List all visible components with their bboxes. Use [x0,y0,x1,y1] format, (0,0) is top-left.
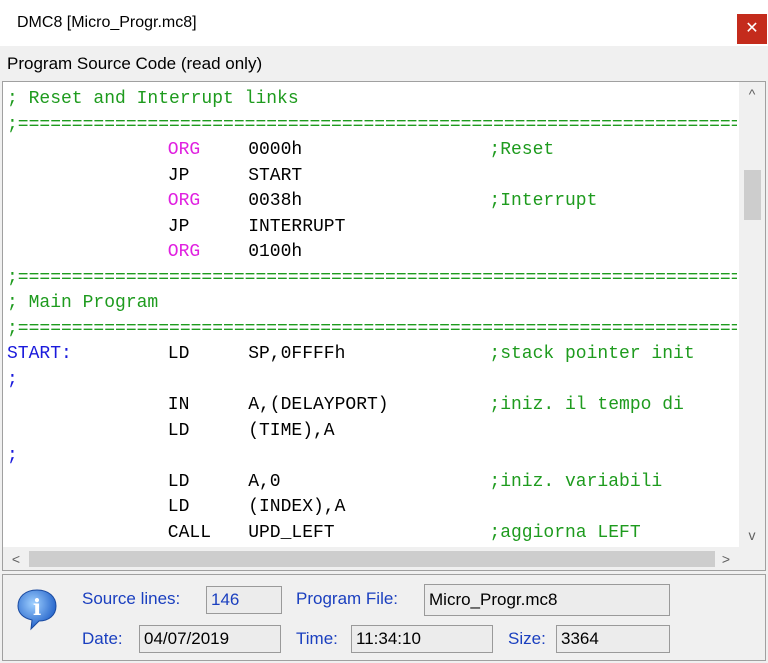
info-icon: i [17,589,57,631]
window-title: DMC8 [Micro_Progr.mc8] [17,14,197,31]
code-token-kw: A,(DELAYPORT) [248,395,389,415]
code-token-kw: A,0 [248,471,281,492]
code-token-comment: ; Main Program [7,293,159,313]
code-token-kw: JP [167,216,190,237]
close-icon: ✕ [745,20,759,37]
code-token-kw: 0000h [248,140,303,160]
separator-line: ;=======================================… [7,318,737,339]
size-field: 3364 [556,625,670,653]
code-token-kw: 0100h [248,242,303,262]
source-lines-label: Source lines: [82,589,181,608]
separator-line: ;=======================================… [7,114,737,135]
code-token-kw: SP,0FFFFh [248,344,346,364]
scroll-up-arrow-icon[interactable]: ^ [739,82,765,106]
code-token-kw: CALL [167,522,212,543]
code-token-label: START: [7,344,72,364]
status-panel: i Source lines: 146 Program File: Micro_… [2,574,766,661]
info-glyph: i [33,595,41,621]
close-button[interactable]: ✕ [737,14,767,44]
title-bar: DMC8 [Micro_Progr.mc8] ✕ [0,0,768,46]
scroll-left-arrow-icon[interactable]: < [3,547,29,570]
code-token-label: ; [7,369,18,390]
time-field: 11:34:10 [351,625,493,653]
code-line: ; Reset and Interrupt links [7,87,737,111]
code-line: ORG 0100h [7,240,737,264]
code-line: CALL UPD_LEFT ;aggiorna LEFT [7,521,737,545]
code-token-kw: LD [167,420,190,441]
code-token-comment: ;Reset [489,140,555,160]
code-token-comment: ;aggiorna LEFT [489,522,641,543]
code-line: LD A,0 ;iniz. variabili [7,470,737,494]
code-line: ORG 0038h ;Interrupt [7,189,737,213]
code-token-kw: (INDEX),A [248,497,346,517]
code-token-comment: ;stack pointer init [489,344,695,364]
code-token-kw: LD [167,344,190,364]
code-token-comment: ; Reset and Interrupt links [7,89,299,109]
date-field: 04/07/2019 [139,625,281,653]
scroll-right-arrow-icon[interactable]: > [713,547,739,570]
code-token-kw: LD [167,471,190,492]
code-line: ;=======================================… [7,317,737,341]
code-line: LD (TIME),A [7,419,737,443]
code-line: IN A,(DELAYPORT) ;iniz. il tempo di [7,393,737,417]
vertical-scrollbar[interactable]: ^ v [739,82,765,547]
date-label: Date: [82,629,123,648]
code-token-kw: UPD_LEFT [248,522,335,543]
code-line: ; [7,444,737,468]
code-token-kw: JP [167,165,190,186]
source-lines-field: 146 [206,586,282,614]
program-file-field: Micro_Progr.mc8 [424,584,670,616]
horizontal-scroll-thumb[interactable] [29,551,715,567]
size-label: Size: [508,629,546,648]
program-file-label: Program File: [296,589,399,608]
code-line: JP START [7,164,737,188]
code-line: ; Main Program [7,291,737,315]
code-token-kw: INTERRUPT [248,216,346,237]
code-line: ; [7,368,737,392]
code-line: ORG 0000h ;Reset [7,138,737,162]
code-token-kw: IN [167,395,190,415]
code-line: LD (INDEX),A [7,495,737,519]
code-line: ;=======================================… [7,113,737,137]
source-panel-label: Program Source Code (read only) [7,54,263,73]
code-token-org: ORG [167,191,201,211]
source-code-view[interactable]: ; Reset and Interrupt links ;============… [2,81,766,571]
code-line: ;=======================================… [7,266,737,290]
code-token-comment: ;iniz. il tempo di [489,395,684,415]
code-token-comment: ;Interrupt [489,191,598,211]
code-token-kw: START [248,165,303,186]
code-token-kw: LD [167,497,190,517]
horizontal-scrollbar[interactable]: < > [3,547,739,570]
code-token-org: ORG [167,140,201,160]
code-token-comment: ;iniz. variabili [489,471,663,492]
code-token-label: ; [7,446,18,466]
time-label: Time: [296,629,338,648]
vertical-scroll-thumb[interactable] [744,170,761,220]
separator-line: ;=======================================… [7,267,737,288]
code-token-org: ORG [167,242,201,262]
code-area[interactable]: ; Reset and Interrupt links ;============… [7,87,737,547]
code-token-kw: (TIME),A [248,420,335,441]
code-line: JP INTERRUPT [7,215,737,239]
code-line: START: LD SP,0FFFFh ;stack pointer init [7,342,737,366]
code-token-kw: 0038h [248,191,303,211]
scroll-down-arrow-icon[interactable]: v [739,523,765,547]
scrollbar-corner [739,547,765,570]
